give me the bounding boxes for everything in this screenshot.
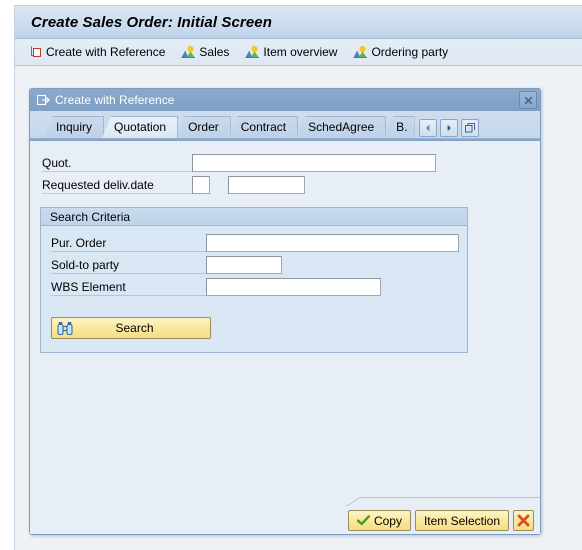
wbs-element-label: WBS Element: [51, 278, 206, 296]
field-row-wbs-element: WBS Element: [41, 277, 467, 297]
tab-label: SchedAgree: [308, 120, 375, 134]
toolbar-button-label: Ordering party: [371, 45, 449, 59]
sold-to-party-label: Sold-to party: [51, 256, 206, 274]
dialog-title-bar: Create with Reference: [30, 89, 540, 111]
toolbar-button-create-with-reference[interactable]: Create with Reference: [25, 42, 173, 62]
pur-order-input[interactable]: [206, 234, 459, 252]
wbs-element-input[interactable]: [206, 278, 381, 296]
tab-list-button[interactable]: [460, 119, 479, 137]
tab-strip: Inquiry Quotation Order Contract SchedAg…: [30, 111, 540, 138]
document-reference-icon: [29, 45, 43, 59]
dialog-content: Quot. Requested deliv.date Search Criter…: [30, 141, 540, 500]
dialog-footer: Copy Item Selection: [30, 497, 540, 534]
tab-scroll-left-button[interactable]: [418, 119, 437, 137]
sold-to-party-input[interactable]: [206, 256, 282, 274]
search-button-label: Search: [115, 321, 154, 335]
tab-list-icon: [464, 123, 475, 133]
toolbar-button-label: Item overview: [263, 45, 338, 59]
mountain-sun-icon: [245, 45, 260, 59]
sap-main-screen: Create Sales Order: Initial Screen Creat…: [14, 5, 582, 550]
tab-contract[interactable]: Contract: [228, 116, 299, 138]
dialog-body: Inquiry Quotation Order Contract SchedAg…: [30, 111, 540, 534]
check-icon: [356, 515, 370, 526]
search-button[interactable]: Search: [51, 317, 211, 339]
tab-label: Quotation: [114, 120, 167, 134]
tab-schedagree[interactable]: SchedAgree: [296, 116, 387, 138]
footer-buttons: Copy Item Selection: [347, 510, 534, 531]
dialog-title: Create with Reference: [55, 93, 175, 107]
tab-navigation: [418, 119, 479, 138]
requested-deliv-date-prefix-input[interactable]: [192, 176, 210, 194]
copy-button-label: Copy: [373, 513, 402, 528]
item-selection-button[interactable]: Item Selection: [414, 510, 509, 531]
quot-label: Quot.: [42, 154, 192, 172]
field-row-sold-to-party: Sold-to party: [41, 255, 467, 275]
tab-order[interactable]: Order: [176, 116, 231, 138]
pur-order-label: Pur. Order: [51, 234, 206, 252]
tab-label: Inquiry: [56, 120, 93, 134]
field-row-pur-order: Pur. Order: [41, 233, 467, 253]
search-criteria-body: Pur. Order Sold-to party WBS Element Sea…: [41, 226, 467, 352]
tab-label: B.: [396, 120, 408, 134]
tab-inquiry[interactable]: Inquiry: [44, 116, 105, 138]
toolbar-button-item-overview[interactable]: Item overview: [241, 42, 345, 62]
page-title-bar: Create Sales Order: Initial Screen: [15, 6, 582, 39]
tab-b-truncated[interactable]: B.: [384, 116, 415, 138]
toolbar-button-ordering-party[interactable]: Ordering party: [349, 42, 456, 62]
application-toolbar: Create with Reference Sales Item overvie…: [15, 39, 582, 66]
field-row-requested-deliv-date: Requested deliv.date: [30, 175, 540, 195]
tab-quotation[interactable]: Quotation: [102, 116, 179, 138]
close-icon: [524, 96, 532, 104]
quot-input[interactable]: [192, 154, 436, 172]
cancel-x-icon: [517, 514, 530, 527]
create-with-reference-dialog: Create with Reference Inquiry Quotation …: [29, 88, 541, 535]
binoculars-icon: [57, 321, 73, 336]
toolbar-button-label: Sales: [199, 45, 230, 59]
copy-button[interactable]: Copy: [347, 510, 411, 531]
dialog-window-icon: [36, 94, 51, 106]
arrow-left-icon: [425, 124, 429, 132]
mountain-sun-icon: [353, 45, 368, 59]
search-criteria-title: Search Criteria: [41, 208, 467, 226]
tab-label: Contract: [240, 120, 287, 134]
mountain-sun-icon: [181, 45, 196, 59]
dialog-close-button[interactable]: [519, 91, 537, 109]
cancel-button[interactable]: [513, 510, 534, 531]
search-button-row: Search: [41, 317, 467, 339]
field-row-quot: Quot.: [30, 153, 540, 173]
search-criteria-group: Search Criteria Pur. Order Sold-to party…: [40, 207, 468, 353]
tab-scroll-right-button[interactable]: [439, 119, 458, 137]
arrow-right-icon: [447, 124, 451, 132]
toolbar-button-label: Create with Reference: [46, 45, 166, 59]
toolbar-button-sales[interactable]: Sales: [177, 42, 237, 62]
item-selection-button-label: Item Selection: [423, 513, 500, 528]
requested-deliv-date-input[interactable]: [228, 176, 305, 194]
tab-label: Order: [188, 120, 219, 134]
requested-deliv-date-label: Requested deliv.date: [42, 176, 192, 194]
page-title: Create Sales Order: Initial Screen: [31, 13, 273, 31]
